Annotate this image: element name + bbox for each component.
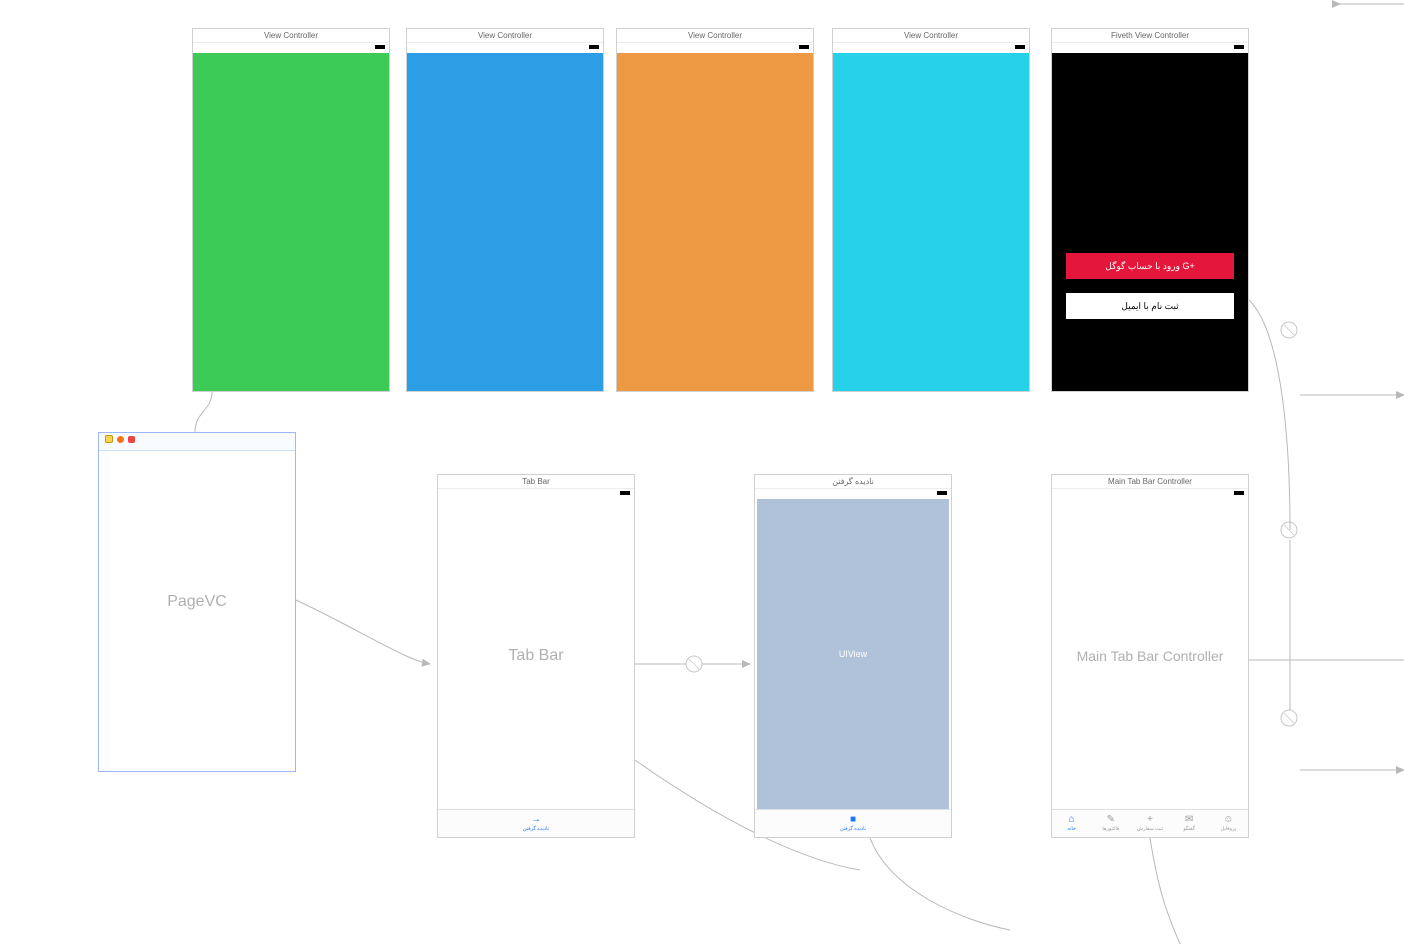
status-bar — [1052, 489, 1248, 499]
placeholder-label: PageVC — [99, 593, 295, 611]
battery-icon — [375, 45, 385, 49]
placeholder-label: UIView — [757, 649, 949, 659]
tab-item-label: نادیده گرفتن — [523, 826, 549, 832]
status-bar — [833, 43, 1029, 53]
tab-item-label: پروفایل — [1221, 826, 1237, 832]
scene-fiveth-view-controller[interactable]: Fiveth View Controller ورود با حساب گوگل… — [1051, 28, 1249, 392]
view-body: UIView — [755, 499, 951, 837]
scene-title: View Controller — [193, 29, 389, 43]
scene-view-controller-1[interactable]: View Controller — [192, 28, 390, 392]
first-responder-icon — [117, 436, 124, 443]
scene-pagevc[interactable]: PageVC — [98, 432, 296, 772]
status-bar — [755, 489, 951, 499]
scene-view-controller-2[interactable]: View Controller — [406, 28, 604, 392]
tab-item-label: فاکتورها — [1102, 826, 1119, 832]
tab-bar: → نادیده گرفتن — [438, 809, 634, 837]
scene-title: Main Tab Bar Controller — [1052, 475, 1248, 489]
tab-item-0[interactable]: ⌂خانه — [1052, 810, 1091, 837]
email-signup-button[interactable]: ثبت نام با ایمیل — [1066, 293, 1234, 319]
tab-item-1[interactable]: ✎فاکتورها — [1091, 810, 1130, 837]
status-bar — [438, 489, 634, 499]
tab-icon: ☺ — [1223, 815, 1233, 825]
tab-icon: + — [1147, 815, 1153, 825]
tab-bar: ⌂خانه✎فاکتورها+ثبت سفارش✉گفتگو☺پروفایل — [1052, 809, 1248, 837]
placeholder-label: Tab Bar — [438, 647, 634, 665]
scene-view-controller-3[interactable]: View Controller — [616, 28, 814, 392]
status-bar — [407, 43, 603, 53]
scene-title: Tab Bar — [438, 475, 634, 489]
scene-title: View Controller — [407, 29, 603, 43]
tab-bar: ■ نادیده گرفتن — [755, 809, 951, 837]
tab-icon: ✉ — [1185, 815, 1193, 825]
battery-icon — [1015, 45, 1025, 49]
tab-icon: ⌂ — [1069, 815, 1075, 825]
status-bar — [193, 43, 389, 53]
scene-main-tab-bar-controller[interactable]: Main Tab Bar Controller Main Tab Bar Con… — [1051, 474, 1249, 838]
scene-title-bar — [99, 433, 295, 451]
battery-icon — [620, 491, 630, 495]
square-icon: ■ — [850, 815, 856, 825]
tab-item-label: نادیده گرفتن — [840, 826, 866, 832]
placeholder-label: Main Tab Bar Controller — [1052, 648, 1248, 664]
scene-title: Fiveth View Controller — [1052, 29, 1248, 43]
tab-item-4[interactable]: ☺پروفایل — [1209, 810, 1248, 837]
scene-object-icons — [105, 435, 135, 443]
scene-ignore[interactable]: نادیده گرفتن UIView ■ نادیده گرفتن — [754, 474, 952, 838]
battery-icon — [937, 491, 947, 495]
status-bar — [617, 43, 813, 53]
status-bar — [1052, 43, 1248, 53]
scene-view-controller-4[interactable]: View Controller — [832, 28, 1030, 392]
scene-tab-bar[interactable]: Tab Bar Tab Bar → نادیده گرفتن — [437, 474, 635, 838]
view-body — [407, 53, 603, 391]
tab-item-2[interactable]: +ثبت سفارش — [1130, 810, 1169, 837]
view-body — [617, 53, 813, 391]
arrow-right-icon: → — [531, 815, 541, 825]
tab-item-label: خانه — [1067, 826, 1076, 832]
view-body — [193, 53, 389, 391]
view-body — [833, 53, 1029, 391]
battery-icon — [1234, 45, 1244, 49]
scene-title: View Controller — [617, 29, 813, 43]
tab-item-label: گفتگو — [1183, 826, 1195, 832]
battery-icon — [1234, 491, 1244, 495]
uiview: UIView — [757, 499, 949, 809]
tab-item-3[interactable]: ✉گفتگو — [1170, 810, 1209, 837]
tab-item-ignore[interactable]: → نادیده گرفتن — [438, 810, 634, 837]
scene-title: نادیده گرفتن — [755, 475, 951, 489]
scene-title: View Controller — [833, 29, 1029, 43]
tab-icon: ✎ — [1107, 815, 1115, 825]
exit-icon — [128, 436, 135, 443]
battery-icon — [589, 45, 599, 49]
vc-object-icon — [105, 435, 113, 443]
view-body: ورود با حساب گوگل G+ ثبت نام با ایمیل — [1052, 53, 1248, 391]
tab-item-label: ثبت سفارش — [1137, 826, 1163, 832]
tab-item-ignore[interactable]: ■ نادیده گرفتن — [755, 810, 951, 837]
google-login-button[interactable]: ورود با حساب گوگل G+ — [1066, 253, 1234, 279]
battery-icon — [799, 45, 809, 49]
